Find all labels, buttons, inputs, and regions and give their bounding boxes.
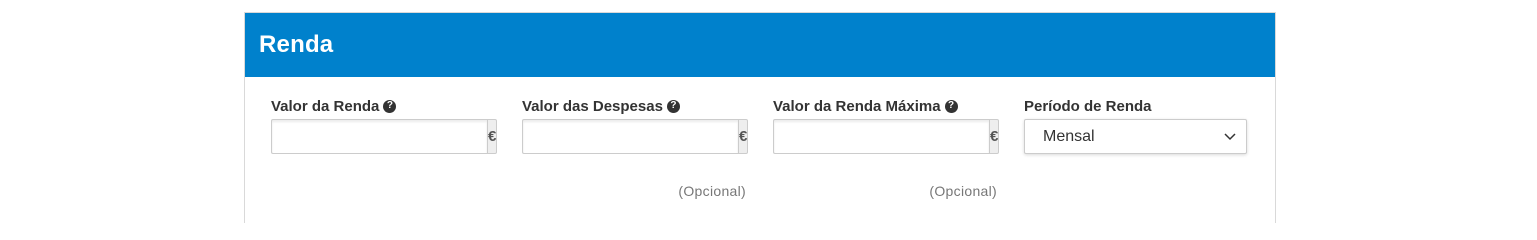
rent-period-select[interactable]: Mensal xyxy=(1024,119,1247,154)
expenses-value-input[interactable] xyxy=(522,119,738,154)
max-rent-value-field: Valor da Renda Máxima ? € (Opcional) xyxy=(773,97,1000,207)
rent-period-field: Período de Renda Mensal xyxy=(1024,97,1247,154)
euro-addon: € xyxy=(738,119,749,154)
max-rent-value-input-group: € xyxy=(773,119,1000,154)
optional-hint: (Opcional) xyxy=(929,183,997,199)
expenses-value-field: Valor das Despesas ? € (Opcional) xyxy=(522,97,749,207)
question-circle-icon[interactable]: ? xyxy=(383,99,397,113)
expenses-value-label: Valor das Despesas xyxy=(522,97,663,115)
optional-hint: (Opcional) xyxy=(678,183,746,199)
panel-header: Renda xyxy=(245,13,1275,77)
euro-addon: € xyxy=(487,119,498,154)
rent-period-selected-value: Mensal xyxy=(1043,127,1095,145)
max-rent-value-label: Valor da Renda Máxima xyxy=(773,97,941,115)
panel-title: Renda xyxy=(259,31,334,58)
question-circle-icon[interactable]: ? xyxy=(944,99,958,113)
question-circle-icon[interactable]: ? xyxy=(666,99,680,113)
rent-value-input-group: € xyxy=(271,119,498,154)
expenses-value-input-group: € xyxy=(522,119,749,154)
rent-value-label: Valor da Renda xyxy=(271,97,380,115)
rent-value-input[interactable] xyxy=(271,119,487,154)
chevron-down-icon xyxy=(1224,132,1236,140)
rent-period-label: Período de Renda xyxy=(1024,97,1152,115)
rent-value-field: Valor da Renda ? € xyxy=(271,97,498,154)
rent-panel: Renda Valor da Renda ? € Valor das Despe… xyxy=(244,12,1276,223)
max-rent-value-input[interactable] xyxy=(773,119,989,154)
euro-addon: € xyxy=(989,119,1000,154)
